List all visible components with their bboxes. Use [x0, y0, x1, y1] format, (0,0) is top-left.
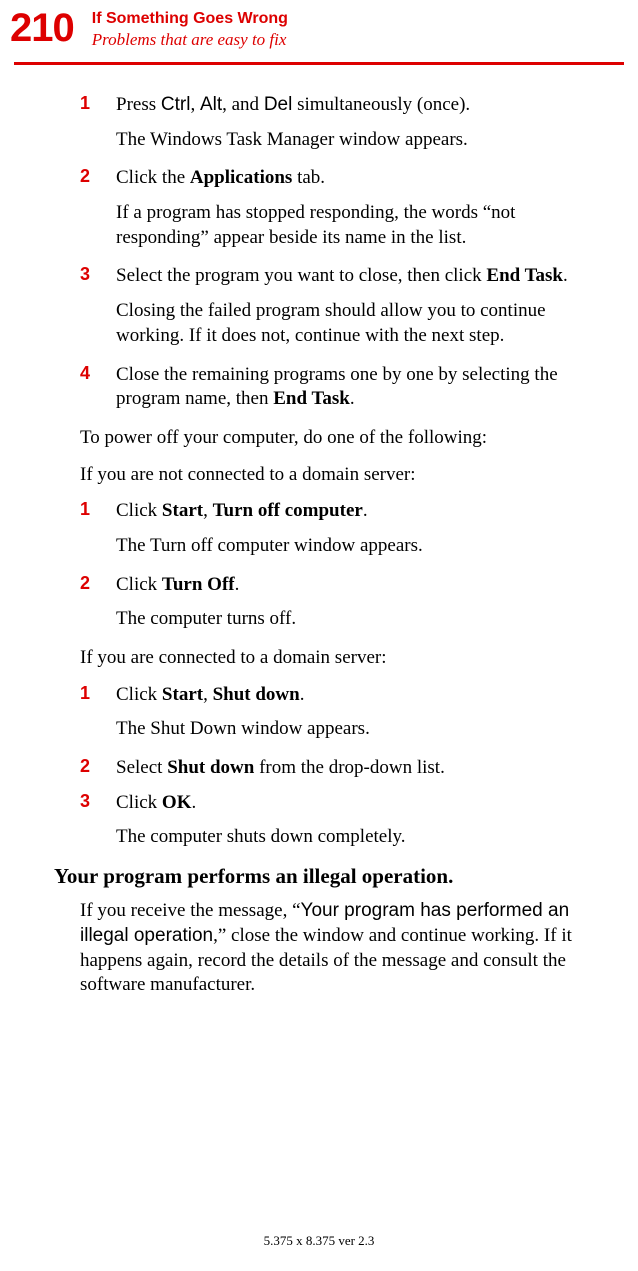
header-divider [14, 62, 624, 65]
step-3: 3 Select the program you want to close, … [80, 264, 598, 289]
header-text: If Something Goes Wrong Problems that ar… [92, 8, 288, 50]
step-text: Close the remaining programs one by one … [116, 363, 598, 412]
paragraph: If you receive the message, “Your progra… [80, 899, 598, 998]
text: Click [116, 792, 162, 813]
step-number: 2 [80, 573, 116, 598]
step-result: The Shut Down window appears. [116, 717, 598, 742]
text: Click [116, 684, 162, 705]
step-text: Click OK. [116, 791, 598, 816]
step-text: Click the Applications tab. [116, 166, 598, 191]
page-content: 1 Press Ctrl, Alt, and Del simultaneousl… [0, 93, 638, 998]
text: , and [222, 94, 264, 115]
text: . [563, 265, 568, 286]
step-1: 1 Click Start, Turn off computer. [80, 499, 598, 524]
bold-text: OK [162, 792, 192, 813]
paragraph: If you are connected to a domain server: [80, 646, 598, 671]
step-number: 1 [80, 683, 116, 708]
chapter-title: If Something Goes Wrong [92, 10, 288, 28]
bold-text: Turn Off [162, 574, 235, 595]
text: . [191, 792, 196, 813]
text: from the drop-down list. [254, 757, 445, 778]
step-2: 2 Click Turn Off. [80, 573, 598, 598]
text: . [350, 388, 355, 409]
step-result: The Turn off computer window appears. [116, 534, 598, 559]
bold-text: Start [162, 500, 203, 521]
bold-text: Shut down [167, 757, 254, 778]
step-text: Select the program you want to close, th… [116, 264, 598, 289]
bold-text: Turn off computer [213, 500, 363, 521]
step-number: 3 [80, 264, 116, 289]
key-ctrl: Ctrl [161, 94, 191, 115]
step-2: 2 Select Shut down from the drop-down li… [80, 756, 598, 781]
key-alt: Alt [200, 94, 222, 115]
text: Select [116, 757, 167, 778]
step-text: Press Ctrl, Alt, and Del simultaneously … [116, 93, 598, 118]
step-result: The Windows Task Manager window appears. [116, 128, 598, 153]
section-title: Problems that are easy to fix [92, 30, 288, 50]
text: Click [116, 500, 162, 521]
step-1: 1 Click Start, Shut down. [80, 683, 598, 708]
step-1: 1 Press Ctrl, Alt, and Del simultaneousl… [80, 93, 598, 118]
step-result: If a program has stopped responding, the… [116, 201, 598, 250]
text: . [363, 500, 368, 521]
text: . [235, 574, 240, 595]
step-2: 2 Click the Applications tab. [80, 166, 598, 191]
text: simultaneously (once). [292, 94, 470, 115]
step-number: 4 [80, 363, 116, 412]
step-text: Click Start, Shut down. [116, 683, 598, 708]
text: , [203, 684, 213, 705]
bold-text: Shut down [213, 684, 300, 705]
step-result: The computer shuts down completely. [116, 825, 598, 850]
text: If you receive the message, “ [80, 900, 301, 921]
step-number: 1 [80, 499, 116, 524]
step-3: 3 Click OK. [80, 791, 598, 816]
paragraph: To power off your computer, do one of th… [80, 426, 598, 451]
page-header: 210 If Something Goes Wrong Problems tha… [0, 0, 638, 62]
step-text: Click Start, Turn off computer. [116, 499, 598, 524]
key-del: Del [264, 94, 293, 115]
step-result: The computer turns off. [116, 607, 598, 632]
bold-text: End Task [273, 388, 350, 409]
text: , [190, 94, 200, 115]
step-number: 2 [80, 166, 116, 191]
bold-text: Applications [190, 167, 292, 188]
text: Press [116, 94, 161, 115]
text: Click the [116, 167, 190, 188]
bold-text: Start [162, 684, 203, 705]
step-4: 4 Close the remaining programs one by on… [80, 363, 598, 412]
text: Click [116, 574, 162, 595]
text: . [300, 684, 305, 705]
topic-heading: Your program performs an illegal operati… [54, 864, 598, 889]
text: , [203, 500, 213, 521]
page-number: 210 [10, 8, 74, 48]
step-result: Closing the failed program should allow … [116, 299, 598, 348]
step-number: 3 [80, 791, 116, 816]
step-number: 2 [80, 756, 116, 781]
step-text: Select Shut down from the drop-down list… [116, 756, 598, 781]
bold-text: End Task [486, 265, 563, 286]
page-footer: 5.375 x 8.375 ver 2.3 [0, 1233, 638, 1249]
paragraph: If you are not connected to a domain ser… [80, 463, 598, 488]
text: tab. [292, 167, 325, 188]
text: Select the program you want to close, th… [116, 265, 486, 286]
step-number: 1 [80, 93, 116, 118]
step-text: Click Turn Off. [116, 573, 598, 598]
